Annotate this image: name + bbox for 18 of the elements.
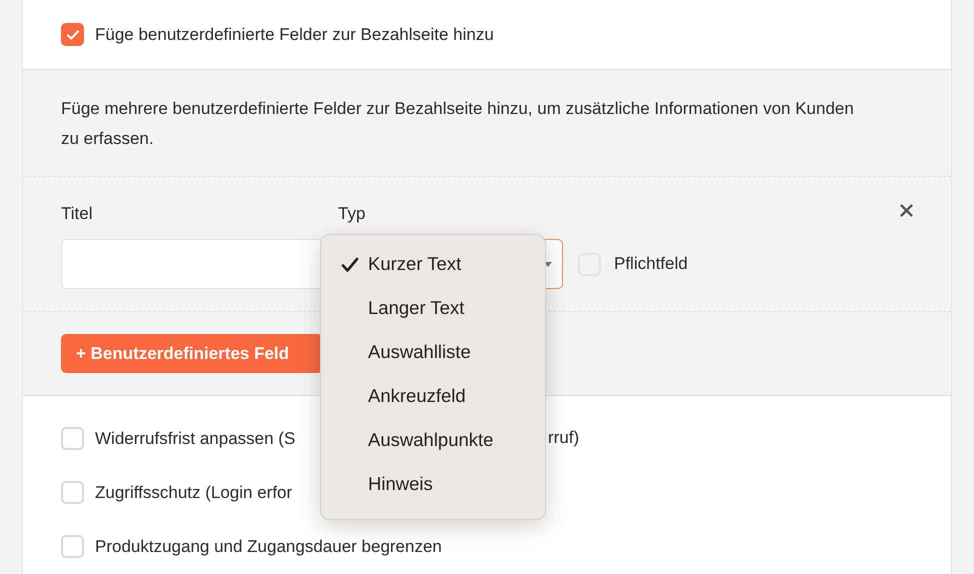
menu-item[interactable]: Kurzer Text xyxy=(321,242,545,286)
checkbox-label: Pflichtfeld xyxy=(614,254,688,274)
menu-item[interactable]: Auswahlpunkte xyxy=(321,418,545,462)
checkbox-label: Füge benutzerdefinierte Felder zur Bezahlseite hinzu xyxy=(95,24,494,44)
checkbox[interactable] xyxy=(61,23,84,46)
menu-item[interactable]: Hinweis xyxy=(321,462,545,506)
menu-item[interactable]: Auswahlliste xyxy=(321,330,545,374)
close-icon[interactable] xyxy=(900,204,913,217)
menu-item[interactable]: Ankreuzfeld xyxy=(321,374,545,418)
field-label: Typ xyxy=(338,204,366,224)
checkbox-label: Widerrufsfrist anpassen (S xyxy=(95,428,296,448)
checkbox-label: Produktzugang und Zugangsdauer begrenzen xyxy=(95,536,442,556)
field-label: Titel xyxy=(61,204,94,224)
description-text: Füge mehrere benutzerdefinierte Felder zur Bezahlseite hinzu, um zusätzliche Informationen von Kunden zu erfassen. xyxy=(61,98,855,150)
menu-item[interactable]: Langer Text xyxy=(321,286,545,330)
checkbox-label: Zugriffsschutz (Login erfor xyxy=(95,482,292,502)
title-input[interactable] xyxy=(61,239,323,289)
checkbox-label: rruf) xyxy=(548,428,580,448)
